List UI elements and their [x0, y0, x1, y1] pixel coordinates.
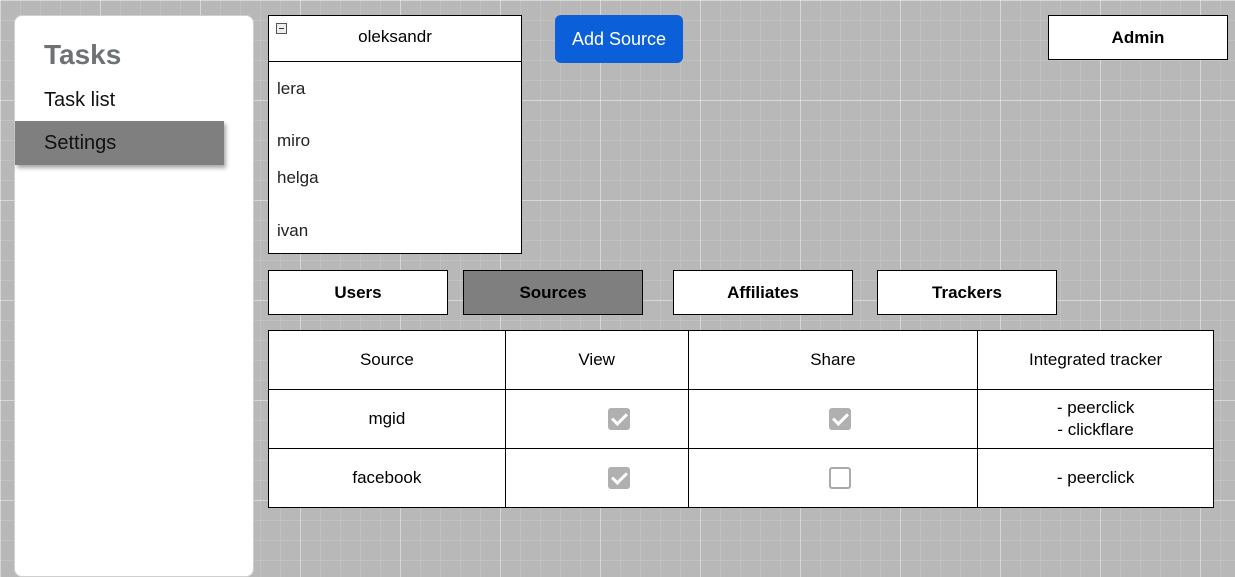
collapse-icon[interactable]: [276, 23, 287, 34]
view-cell: [504, 389, 689, 449]
user-item-helga[interactable]: helga: [277, 168, 319, 188]
user-panel-header[interactable]: oleksandr: [269, 16, 521, 62]
table-row: mgid - peerclick - clickflare: [268, 389, 1214, 449]
column-header-view: View: [504, 330, 689, 390]
column-header-share: Share: [687, 330, 979, 390]
tracker-list: - peerclick - clickflare: [977, 389, 1214, 449]
share-cell: [687, 448, 979, 508]
tab-users[interactable]: Users: [268, 270, 448, 315]
user-panel: oleksandr lera miro helga ivan: [268, 15, 522, 254]
tab-trackers[interactable]: Trackers: [877, 270, 1057, 315]
tab-affiliates[interactable]: Affiliates: [673, 270, 853, 315]
share-checkbox[interactable]: [828, 408, 851, 430]
column-header-source: Source: [268, 330, 506, 390]
sidebar-title: Tasks: [44, 39, 122, 70]
source-name: facebook: [268, 448, 506, 508]
column-header-integrated-tracker: Integrated tracker: [977, 330, 1214, 390]
tracker-item: - peerclick: [1056, 468, 1135, 487]
table-header-row: Source View Share Integrated tracker: [268, 330, 1214, 390]
sources-table: Source View Share Integrated tracker mgi…: [268, 330, 1214, 508]
table-row: facebook - peerclick: [268, 448, 1214, 508]
user-item-miro[interactable]: miro: [277, 131, 310, 151]
view-checkbox[interactable]: [607, 408, 630, 430]
admin-button[interactable]: Admin: [1048, 15, 1228, 60]
tracker-item: - peerclick: [1056, 398, 1135, 417]
sidebar-item-task-list[interactable]: Task list: [15, 78, 224, 122]
sidebar-item-settings[interactable]: Settings: [15, 121, 224, 165]
view-cell: [504, 448, 689, 508]
share-cell: [687, 389, 979, 449]
share-checkbox[interactable]: [828, 467, 851, 489]
selected-user[interactable]: oleksandr: [358, 27, 432, 46]
user-item-lera[interactable]: lera: [277, 79, 305, 99]
tracker-item: - clickflare: [1057, 420, 1134, 439]
view-checkbox[interactable]: [607, 467, 630, 489]
sidebar: Tasks Task list Settings: [14, 15, 254, 577]
add-source-button[interactable]: Add Source: [555, 15, 683, 63]
user-item-ivan[interactable]: ivan: [277, 221, 308, 241]
tab-sources[interactable]: Sources: [463, 270, 643, 315]
tracker-list: - peerclick: [977, 448, 1214, 508]
source-name: mgid: [268, 389, 506, 449]
